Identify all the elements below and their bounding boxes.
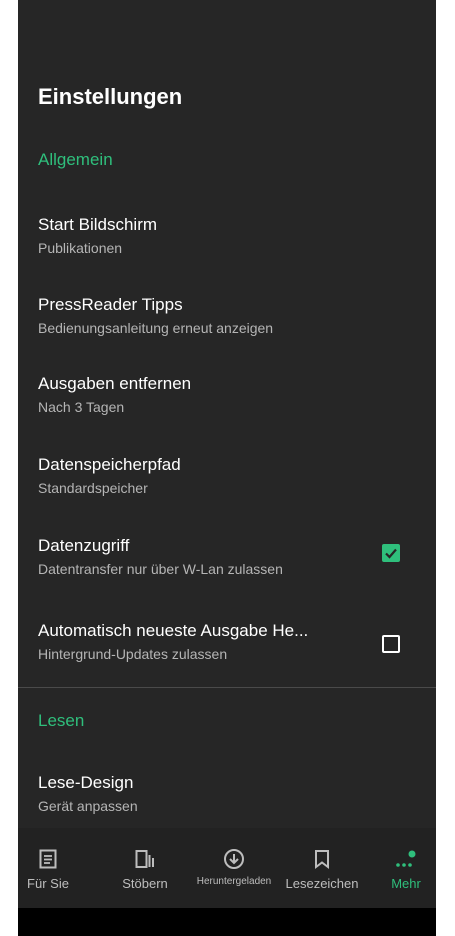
setting-subtitle: Hintergrund-Updates zulassen	[38, 646, 228, 662]
bottom-navigation: Für Sie Stöbern Heruntergeladen Lesezeic…	[18, 828, 436, 908]
setting-remove-issues[interactable]: Ausgaben entfernen Nach 3 Tagen	[38, 373, 418, 433]
setting-subtitle: Nach 3 Tagen	[38, 399, 125, 415]
setting-pressreader-tips[interactable]: PressReader Tipps Bedienungsanleitung er…	[38, 294, 418, 354]
nav-more[interactable]: Mehr	[378, 828, 434, 908]
nav-label: Mehr	[391, 876, 421, 891]
browse-icon	[134, 848, 156, 870]
setting-subtitle: Datentransfer nur über W-Lan zulassen	[38, 561, 283, 577]
setting-title: Datenspeicherpfad	[38, 455, 181, 474]
nav-label: Stöbern	[122, 876, 168, 891]
setting-subtitle: Bedienungsanleitung erneut anzeigen	[38, 320, 274, 336]
setting-subtitle: Publikationen	[38, 240, 123, 256]
nav-for-you[interactable]: Für Sie	[18, 828, 78, 908]
setting-title: Start Bildschirm	[38, 215, 158, 234]
setting-subtitle: Standardspeicher	[38, 480, 148, 496]
data-access-checkbox[interactable]	[382, 544, 400, 562]
setting-title: Automatisch neueste Ausgabe He...	[38, 621, 309, 640]
section-header-general: Allgemein	[38, 150, 113, 169]
setting-title: Lese-Design	[38, 773, 134, 792]
setting-auto-download[interactable]: Automatisch neueste Ausgabe He... Hinter…	[38, 620, 418, 680]
auto-download-checkbox[interactable]	[382, 635, 400, 653]
nav-label: Lesezeichen	[285, 876, 359, 891]
system-navigation-bar	[18, 908, 436, 936]
section-divider	[18, 687, 436, 688]
setting-title: PressReader Tipps	[38, 295, 183, 314]
setting-title: Ausgaben entfernen	[38, 374, 192, 393]
bookmark-icon	[311, 848, 333, 870]
nav-browse[interactable]: Stöbern	[116, 828, 174, 908]
setting-reading-design[interactable]: Lese-Design Gerät anpassen	[38, 772, 418, 832]
section-header-reading: Lesen	[38, 711, 85, 730]
nav-label: Für Sie	[27, 876, 69, 891]
setting-title: Datenzugriff	[38, 536, 130, 555]
nav-downloaded[interactable]: Heruntergeladen	[188, 828, 280, 908]
setting-storage-path[interactable]: Datenspeicherpfad Standardspeicher	[38, 454, 418, 514]
more-icon	[395, 848, 417, 870]
setting-start-screen[interactable]: Start Bildschirm Publikationen	[38, 214, 418, 274]
nav-label: Heruntergeladen	[196, 876, 272, 887]
setting-data-access[interactable]: Datenzugriff Datentransfer nur über W-La…	[38, 535, 418, 595]
nav-bookmarks[interactable]: Lesezeichen	[280, 828, 364, 908]
settings-screen: Einstellungen Allgemein Start Bildschirm…	[18, 0, 436, 936]
setting-subtitle: Gerät anpassen	[38, 798, 138, 814]
download-icon	[223, 848, 245, 870]
check-icon	[385, 548, 397, 559]
page-title: Einstellungen	[38, 84, 183, 109]
for-you-icon	[37, 848, 59, 870]
